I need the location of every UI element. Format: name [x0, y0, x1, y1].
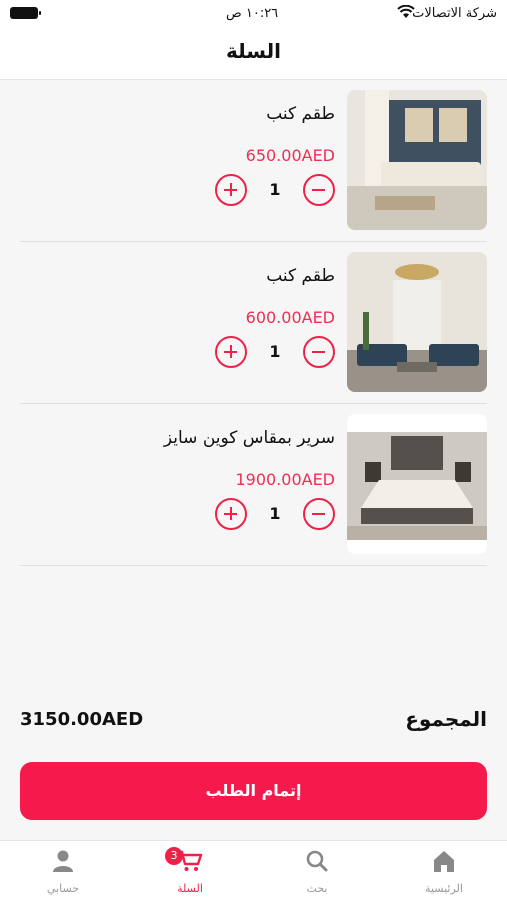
- cart-item: طقم كنب 600.00AED 1: [20, 242, 487, 404]
- product-price: 600.00AED: [245, 308, 335, 327]
- tab-search[interactable]: بحث: [254, 841, 380, 900]
- increase-quantity-button[interactable]: [215, 498, 247, 530]
- product-name: طقم كنب: [266, 104, 335, 124]
- quantity-value: 1: [269, 342, 281, 361]
- cart-item: سرير بمقاس كوين سايز 1900.00AED 1: [20, 404, 487, 566]
- home-icon: [434, 851, 454, 872]
- quantity-stepper: 1: [215, 336, 335, 370]
- page-title: السلة: [225, 39, 281, 63]
- quantity-value: 1: [269, 180, 281, 199]
- decrease-quantity-button[interactable]: [303, 498, 335, 530]
- status-bar: ١٠:٢٦ ص شركة الاتصالات: [0, 0, 507, 28]
- cart-item: طقم كنب 650.00AED 1: [20, 80, 487, 242]
- carrier-name: شركة الاتصالات: [412, 6, 497, 21]
- quantity-stepper: 1: [215, 498, 335, 532]
- search-icon: [306, 850, 328, 872]
- increase-quantity-button[interactable]: [215, 336, 247, 368]
- checkout-button[interactable]: إتمام الطلب: [20, 762, 487, 820]
- product-image[interactable]: [347, 414, 487, 554]
- quantity-stepper: 1: [215, 174, 335, 208]
- decrease-quantity-button[interactable]: [303, 336, 335, 368]
- quantity-value: 1: [269, 504, 281, 523]
- product-price: 1900.00AED: [235, 470, 335, 489]
- product-image[interactable]: [347, 90, 487, 230]
- product-name: طقم كنب: [266, 266, 335, 286]
- tab-label: بحث: [306, 882, 328, 895]
- bottom-tab-bar: حسابي 3 السلة بحث الرئيسية: [0, 840, 507, 900]
- tab-label: الرئيسية: [425, 882, 463, 895]
- minus-icon: [312, 512, 325, 515]
- page-header: السلة: [0, 28, 507, 80]
- tab-label: السلة: [177, 882, 203, 895]
- cart-count-badge: 3: [165, 847, 183, 865]
- battery-icon: [10, 7, 41, 19]
- total-value: 3150.00AED: [20, 709, 144, 730]
- minus-icon: [312, 350, 325, 353]
- increase-quantity-button[interactable]: [215, 174, 247, 206]
- decrease-quantity-button[interactable]: [303, 174, 335, 206]
- tab-label: حسابي: [46, 882, 80, 895]
- status-time: ١٠:٢٦ ص: [226, 6, 279, 21]
- product-name: سرير بمقاس كوين سايز: [163, 428, 335, 448]
- order-total: 3150.00AED المجموع: [20, 705, 487, 735]
- minus-icon: [312, 188, 325, 191]
- product-image[interactable]: [347, 252, 487, 392]
- tab-account[interactable]: حسابي: [0, 841, 126, 900]
- total-label: المجموع: [405, 707, 487, 731]
- tab-home[interactable]: الرئيسية: [381, 841, 507, 900]
- tab-cart[interactable]: 3 السلة: [127, 841, 253, 900]
- person-icon: [53, 850, 73, 872]
- product-price: 650.00AED: [245, 146, 335, 165]
